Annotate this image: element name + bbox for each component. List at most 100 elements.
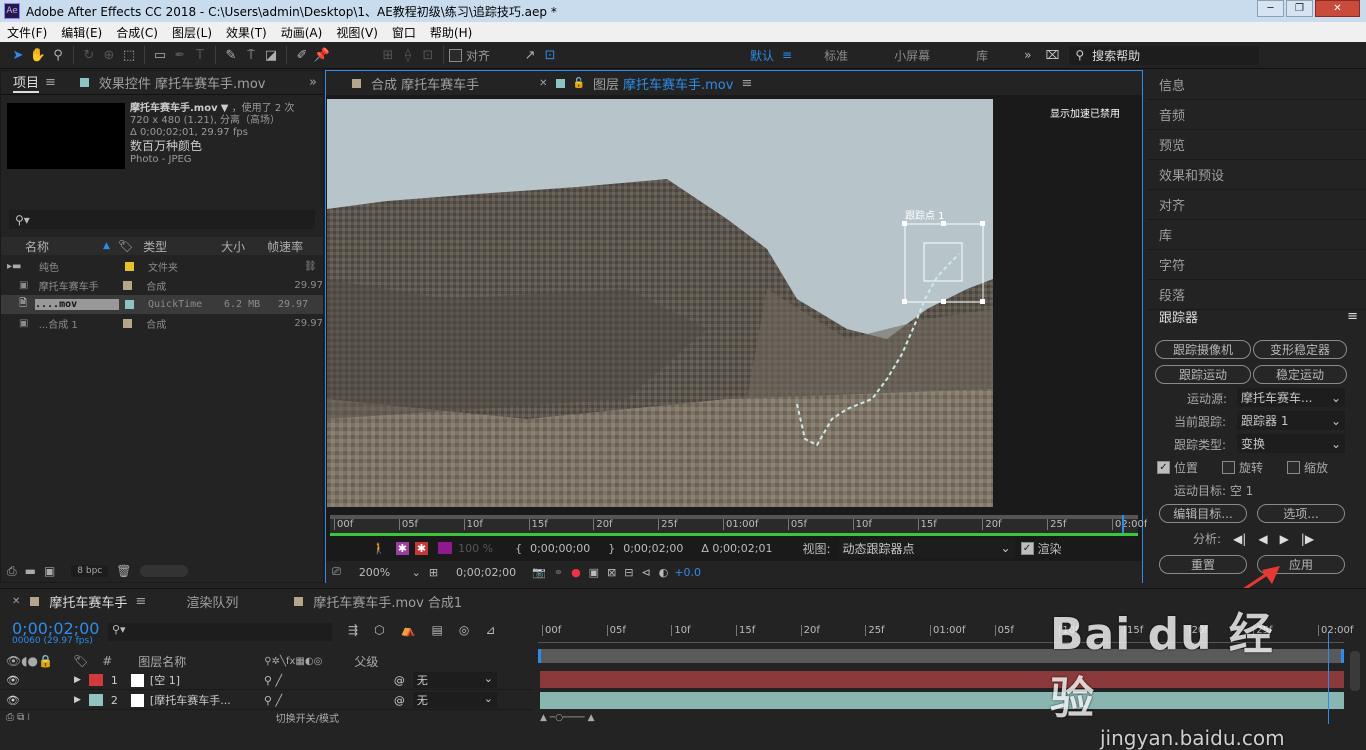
- opacity-value[interactable]: 100 %: [458, 542, 493, 555]
- timeline-search-input[interactable]: ⚲▾: [108, 623, 332, 641]
- color-swatch[interactable]: [438, 542, 453, 554]
- draft-3d-icon[interactable]: ⬡: [374, 623, 384, 637]
- guides-icon[interactable]: ⊟: [624, 566, 633, 579]
- panel-item[interactable]: 字符: [1147, 250, 1366, 280]
- scale-checkbox[interactable]: [1287, 461, 1301, 474]
- selection-tool-icon[interactable]: ➤: [8, 45, 28, 65]
- project-menu-icon[interactable]: ≡: [45, 75, 56, 90]
- parent-link-icon[interactable]: @: [394, 674, 405, 687]
- tab-layer-prefix[interactable]: 图层: [593, 74, 619, 93]
- type-tool-icon[interactable]: T: [190, 45, 210, 65]
- brush-tool-icon[interactable]: ✎: [221, 45, 241, 65]
- list-item[interactable]: ▣ 摩托车赛车手 合成 29.97: [1, 276, 323, 295]
- timeline-playhead[interactable]: [1328, 633, 1329, 724]
- axis-icon[interactable]: ⊞: [378, 45, 398, 65]
- workspace-standard[interactable]: 标准: [824, 47, 848, 64]
- panel-item[interactable]: 库: [1147, 220, 1366, 250]
- footer-icons[interactable]: ⎙ ⧉ ⧘: [6, 712, 30, 723]
- pan-behind-tool-icon[interactable]: ⬚: [119, 45, 139, 65]
- transparency-grid-icon[interactable]: ⊠: [607, 566, 616, 579]
- out-time[interactable]: 0;00;02;00: [623, 542, 683, 555]
- toggle-mask-icon[interactable]: ▣: [589, 566, 599, 579]
- track-point-red-icon[interactable]: ✱: [414, 541, 429, 555]
- color-channel-icon[interactable]: ●: [571, 566, 581, 579]
- expand-arrow-icon[interactable]: ▶: [74, 695, 81, 705]
- show-snapshot-icon[interactable]: ⚭: [554, 566, 563, 579]
- track-motion-button[interactable]: 跟踪运动: [1155, 365, 1251, 384]
- rectangle-tool-icon[interactable]: ▭: [150, 45, 170, 65]
- layer-canvas[interactable]: 跟踪点 1: [327, 99, 993, 507]
- tab-layer-name[interactable]: 摩托车赛车手.mov: [623, 74, 733, 93]
- analyze-backward-icon[interactable]: ◀: [1258, 532, 1267, 546]
- panel-item[interactable]: 信息: [1147, 70, 1366, 100]
- clone-stamp-tool-icon[interactable]: ⍑: [241, 45, 261, 65]
- search-help-input[interactable]: ⚲ 搜索帮助: [1069, 45, 1260, 65]
- exposure-icon[interactable]: ◐: [659, 566, 669, 579]
- close-icon[interactable]: ✕: [1315, 0, 1360, 17]
- track-point-icon[interactable]: ✱: [395, 541, 409, 555]
- region-of-interest-icon[interactable]: ⊞: [429, 566, 438, 579]
- menu-edit[interactable]: 编辑(E): [54, 24, 109, 41]
- in-time[interactable]: 0;00;00;00: [530, 542, 590, 555]
- tab-timeline-active[interactable]: 摩托车赛车手: [49, 592, 127, 611]
- pen-tool-icon[interactable]: ✒: [170, 45, 190, 65]
- hand-tool-icon[interactable]: ✋: [28, 45, 48, 65]
- layer-switches[interactable]: ⚲ ╱: [264, 674, 394, 687]
- viewer-time-ruler[interactable]: 00f 05f 10f 15f 20f 25f 01:00f 05f 10f 15f 20f 25f 0…: [330, 515, 1147, 533]
- zoom-tool-icon[interactable]: ⚲: [48, 45, 68, 65]
- align-checkbox[interactable]: [449, 48, 462, 62]
- sync-settings-icon[interactable]: ⌧: [1045, 48, 1059, 62]
- minimize-icon[interactable]: ─: [1257, 0, 1284, 17]
- tab-close-icon[interactable]: ✕: [539, 78, 547, 89]
- stabilize-motion-button[interactable]: 稳定运动: [1253, 365, 1347, 384]
- tracker-menu-icon[interactable]: ≡: [1347, 309, 1358, 324]
- motion-blur-icon[interactable]: 🚶: [372, 542, 386, 555]
- expand-arrow-icon[interactable]: ▶: [74, 675, 81, 685]
- layer-bar[interactable]: [540, 692, 1344, 709]
- timeline-menu-icon[interactable]: ≡: [135, 594, 146, 609]
- table-row[interactable]: 👁 ▶ 1 [空 1] ⚲ ╱ @ 无 ⌄: [0, 671, 532, 690]
- panel-item[interactable]: 音频: [1147, 100, 1366, 130]
- analyze-back-one-icon[interactable]: ◀|: [1233, 532, 1246, 546]
- workspace-default[interactable]: 默认: [750, 47, 774, 64]
- snap-icon[interactable]: ↗: [520, 45, 540, 65]
- graph-editor-icon[interactable]: ⊿: [485, 623, 495, 637]
- workspace-small-screen[interactable]: 小屏幕: [894, 47, 930, 64]
- options-button[interactable]: 选项...: [1257, 504, 1345, 523]
- layer-switches[interactable]: ⚲ ╱: [264, 694, 394, 707]
- camera-tool-icon[interactable]: ⊕: [99, 45, 119, 65]
- project-overflow-icon[interactable]: »: [309, 75, 317, 90]
- shy-layers-icon[interactable]: ⛺: [401, 623, 416, 637]
- list-item[interactable]: ▣ ...合成 1 合成 29.97: [1, 314, 323, 333]
- list-item[interactable]: 🗎 ....mov QuickTime 6.2 MB 29.97: [1, 295, 323, 314]
- position-checkbox[interactable]: ✓: [1157, 461, 1170, 474]
- world-axis-icon[interactable]: ⟠: [398, 45, 418, 65]
- edit-target-button[interactable]: 编辑目标...: [1159, 504, 1247, 523]
- table-row[interactable]: 👁 ▶ 2 [摩托车赛车手... ⚲ ╱ @ 无 ⌄: [0, 691, 532, 710]
- col-size[interactable]: 大小: [221, 238, 267, 255]
- snapshot-icon[interactable]: 📷: [532, 566, 546, 579]
- toggle-switches-modes[interactable]: 切换开关/模式: [276, 710, 339, 725]
- tab-effect-controls[interactable]: 效果控件 摩托车赛车手.mov: [99, 73, 266, 92]
- layer-name[interactable]: [摩托车赛车手...: [150, 692, 254, 708]
- timeline-ruler[interactable]: 00f 05f 10f 15f 20f 25f 01:00f 05f 10f 15f 20f 25f 0…: [538, 625, 1353, 665]
- out-point-icon[interactable]: }: [608, 542, 615, 555]
- frame-blending-icon[interactable]: ▤: [432, 623, 443, 637]
- menu-animation[interactable]: 动画(A): [274, 24, 330, 41]
- panel-item[interactable]: 预览: [1147, 130, 1366, 160]
- menu-view[interactable]: 视图(V): [329, 24, 385, 41]
- rotation-checkbox[interactable]: [1222, 461, 1236, 474]
- new-folder-icon[interactable]: ▬: [25, 564, 36, 578]
- bpc-label[interactable]: 8 bpc: [71, 565, 109, 577]
- current-track-dropdown[interactable]: 跟踪器 1 ⌄: [1237, 411, 1345, 430]
- puppet-pin-tool-icon[interactable]: 📌: [312, 45, 332, 65]
- timeline-scrollbar[interactable]: [1350, 651, 1360, 691]
- tab-project[interactable]: 项目: [13, 72, 40, 93]
- dropdown-arrow-icon[interactable]: ▼: [221, 103, 229, 114]
- workspace-library[interactable]: 库: [976, 47, 988, 64]
- viewer-playhead[interactable]: [1122, 515, 1124, 533]
- col-fps[interactable]: 帧速率: [267, 238, 303, 255]
- layer-bar[interactable]: [540, 671, 1344, 688]
- workspace-menu-icon[interactable]: ≡: [782, 48, 792, 62]
- menu-layer[interactable]: 图层(L): [165, 24, 219, 41]
